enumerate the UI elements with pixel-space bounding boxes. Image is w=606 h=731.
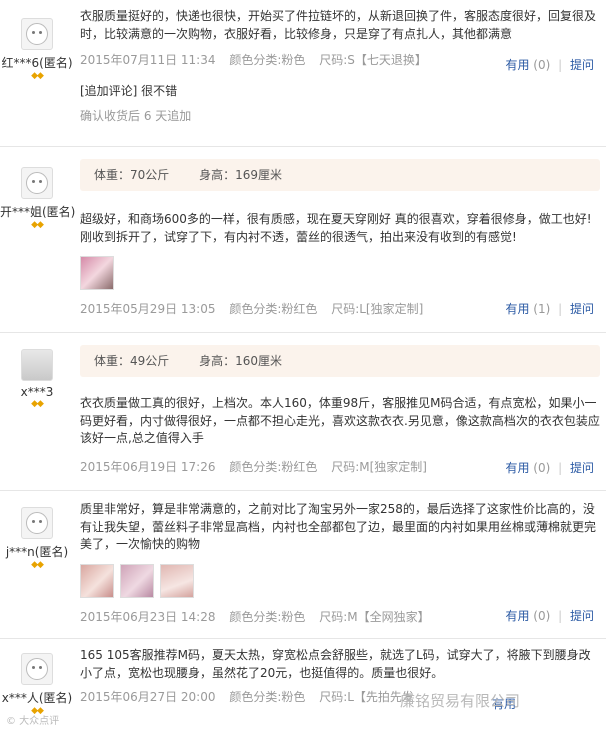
reviewer-name[interactable]: 开***姐(匿名) <box>0 203 75 220</box>
review-text: 165 105客服推荐M码，夏天太热，穿宽松点会舒服些，就选了L码，试穿大了，将… <box>80 648 591 680</box>
reviewer-info: x***人(匿名) ◆◆ <box>0 653 74 716</box>
review-meta: 2015年06月27日 20:00 颜色分类:粉色 尺码:L【先拍先发 <box>80 688 600 705</box>
review-text: 超级好，和商场600多的一样，很有质感，现在夏天穿刚好 真的很喜欢，穿着很修身，… <box>80 212 592 244</box>
weight-label: 体重：70公斤 <box>94 168 170 182</box>
reply-button[interactable]: 提问 <box>570 609 594 623</box>
reviewer-info: j***n(匿名) ◆◆ <box>0 507 74 570</box>
watermark-left: © 大众点评 <box>6 716 60 727</box>
watermark: 廉铭贸易有限公司 <box>400 692 521 710</box>
default-avatar-icon <box>26 512 48 534</box>
review-date: 2015年05月29日 13:05 <box>80 302 216 316</box>
review-color: 颜色分类:粉红色 <box>229 459 318 474</box>
review-item: 红***6(匿名) ◆◆ 衣服质量挺好的，快递也很快，开始买了件拉链坏的，从新退… <box>0 0 606 147</box>
review-actions: 有用 (0) | 提问 <box>505 609 594 623</box>
followup-comment: [追加评论] 很不错 <box>80 84 178 98</box>
review-photos <box>80 256 600 290</box>
useful-button[interactable]: 有用 <box>505 58 529 72</box>
review-color: 颜色分类:粉色 <box>229 53 306 67</box>
useful-count: (0) <box>533 58 551 72</box>
useful-count: (0) <box>533 609 551 623</box>
default-avatar-icon <box>26 23 48 45</box>
review-photos <box>80 563 600 598</box>
review-text: 质里非常好，算是非常满意的，之前对比了淘宝另外一家258的，最后选择了这家性价比… <box>80 502 597 551</box>
review-date: 2015年06月19日 17:26 <box>80 459 216 474</box>
reviewer-name[interactable]: x***人(匿名) <box>0 689 74 706</box>
review-date: 2015年06月27日 20:00 <box>80 690 216 704</box>
reply-button[interactable]: 提问 <box>570 302 594 316</box>
buyer-level-icon: ◆◆ <box>31 560 44 570</box>
body-stats: 体重：49公斤 身高：160厘米 <box>80 345 600 377</box>
reply-button[interactable]: 提问 <box>570 461 594 475</box>
review-actions: 有用 (1) | 提问 <box>505 302 594 316</box>
useful-count: (1) <box>533 302 551 316</box>
reviewer-name[interactable]: 红***6(匿名) <box>0 54 74 71</box>
avatar[interactable] <box>21 653 53 685</box>
review-size: 尺码:S【七天退换】 <box>319 53 427 67</box>
avatar[interactable] <box>21 167 53 199</box>
review-item: 开***姐(匿名) ◆◆ 体重：70公斤 身高：169厘米 超级好，和商场600… <box>0 147 606 333</box>
reviewer-name[interactable]: j***n(匿名) <box>0 543 74 560</box>
review-size: 尺码:M【全网独家】 <box>319 609 430 624</box>
review-item: x***人(匿名) ◆◆ 165 105客服推荐M码，夏天太热，穿宽松点会舒服些… <box>0 639 606 731</box>
useful-button[interactable]: 有用 <box>505 609 529 623</box>
review-text: 衣衣质量做工真的很好，上档次。本人160，体重98斤，客服推见M码合适，有点宽松… <box>80 396 600 445</box>
review-actions: 有用 (0) | 提问 <box>505 461 594 475</box>
reviewer-info: 开***姐(匿名) ◆◆ <box>0 167 75 230</box>
review-color: 颜色分类:粉色 <box>229 690 306 704</box>
buyer-level-icon: ◆◆ <box>31 71 44 81</box>
useful-count: (0) <box>533 461 551 475</box>
review-date: 2015年07月11日 11:34 <box>80 53 216 67</box>
default-avatar-icon <box>26 658 48 680</box>
buyer-level-icon: ◆◆ <box>31 220 44 230</box>
review-photo[interactable] <box>80 256 114 290</box>
followup-note: 确认收货后 6 天追加 <box>80 109 192 123</box>
height-label: 身高：169厘米 <box>199 168 283 182</box>
review-size: 尺码:M[独家定制] <box>331 459 427 474</box>
review-photo[interactable] <box>160 563 194 598</box>
review-item: x***3 ◆◆ 体重：49公斤 身高：160厘米 衣衣质量做工真的很好，上档次… <box>0 333 606 491</box>
review-date: 2015年06月23日 14:28 <box>80 609 216 624</box>
weight-label: 体重：49公斤 <box>94 354 170 368</box>
review-color: 颜色分类:粉色 <box>229 609 306 624</box>
useful-button[interactable]: 有用 <box>505 461 529 475</box>
default-avatar-icon <box>26 172 48 194</box>
reviewer-info: x***3 ◆◆ <box>0 349 74 409</box>
reviewer-name[interactable]: x***3 <box>0 385 74 399</box>
reviewer-info: 红***6(匿名) ◆◆ <box>0 18 74 81</box>
review-item: j***n(匿名) ◆◆ 质里非常好，算是非常满意的，之前对比了淘宝另外一家25… <box>0 491 606 639</box>
avatar[interactable] <box>21 18 53 50</box>
body-stats: 体重：70公斤 身高：169厘米 <box>80 159 600 191</box>
review-size: 尺码:L[独家定制] <box>331 302 424 316</box>
review-actions: 有用 (0) | 提问 <box>505 58 594 72</box>
review-text: 衣服质量挺好的，快递也很快，开始买了件拉链坏的，从新退回换了件，客服态度很好，回… <box>80 9 597 41</box>
buyer-level-icon: ◆◆ <box>31 399 44 409</box>
reply-button[interactable]: 提问 <box>570 58 594 72</box>
useful-button[interactable]: 有用 <box>505 302 529 316</box>
review-photo[interactable] <box>120 563 154 598</box>
avatar[interactable] <box>21 507 53 539</box>
avatar[interactable] <box>21 349 53 381</box>
review-color: 颜色分类:粉红色 <box>229 302 318 316</box>
review-photo[interactable] <box>80 563 114 598</box>
height-label: 身高：160厘米 <box>199 354 283 368</box>
